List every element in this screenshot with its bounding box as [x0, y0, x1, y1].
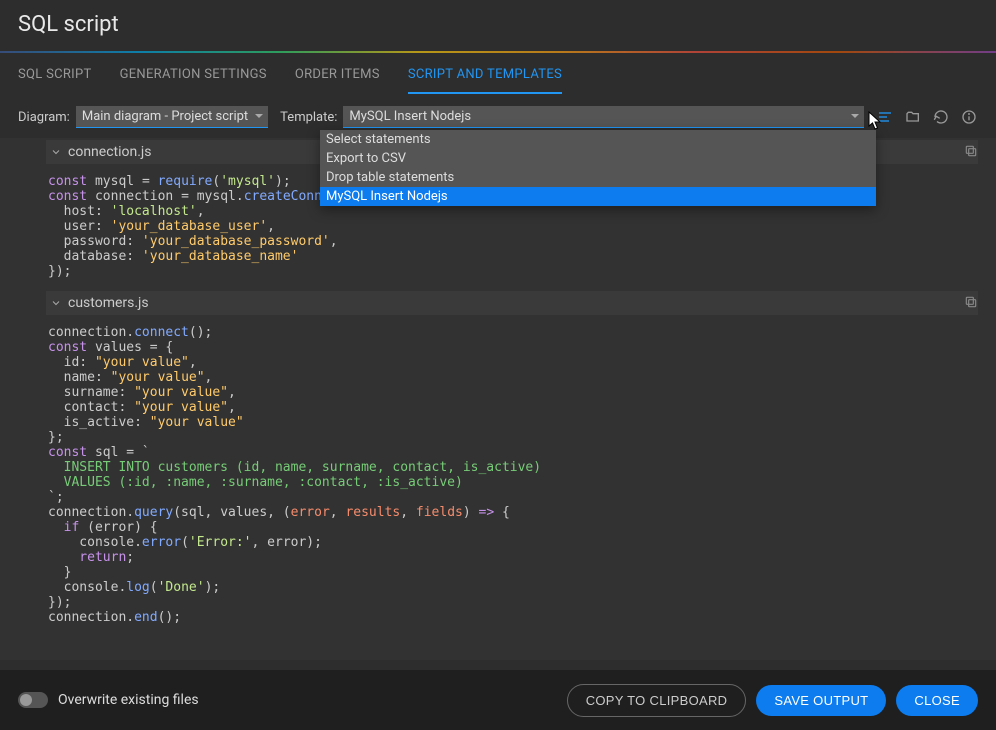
accent-divider — [0, 51, 996, 53]
overwrite-toggle[interactable] — [18, 692, 48, 708]
diagram-label: Diagram: — [18, 110, 70, 125]
chevron-down-icon — [50, 297, 62, 309]
template-label: Template: — [280, 110, 337, 125]
code-area: connection.js const mysql = require('mys… — [0, 140, 996, 660]
dialog-title: SQL script — [18, 12, 978, 37]
file-block-customers: customers.js connection.connect(); const… — [48, 291, 978, 629]
toolbar: Diagram: Main diagram - Project script T… — [0, 94, 996, 138]
dropdown-option-drop-table[interactable]: Drop table statements — [320, 168, 876, 187]
code-area-outer: connection.js const mysql = require('mys… — [0, 138, 996, 660]
template-select[interactable]: MySQL Insert Nodejs — [343, 106, 864, 128]
chevron-down-icon — [50, 146, 62, 158]
refresh-icon[interactable] — [932, 108, 950, 126]
dropdown-option-mysql-insert-nodejs[interactable]: MySQL Insert Nodejs — [320, 187, 876, 206]
folder-open-icon[interactable] — [904, 108, 922, 126]
dialog-header: SQL script — [0, 0, 996, 51]
save-output-button[interactable]: SAVE OUTPUT — [756, 685, 886, 716]
code-body-customers[interactable]: connection.connect(); const values = { i… — [48, 315, 978, 629]
tab-sql-script[interactable]: SQL SCRIPT — [18, 67, 92, 94]
file-name: connection.js — [68, 144, 152, 160]
info-icon[interactable] — [960, 108, 978, 126]
diagram-select[interactable]: Main diagram - Project script — [76, 106, 268, 128]
diagram-select-value: Main diagram - Project script — [82, 109, 248, 124]
tab-generation-settings[interactable]: GENERATION SETTINGS — [120, 67, 267, 94]
overwrite-label: Overwrite existing files — [58, 692, 557, 708]
file-name: customers.js — [68, 295, 149, 311]
align-left-icon[interactable] — [876, 108, 894, 126]
dropdown-option-export-csv[interactable]: Export to CSV — [320, 149, 876, 168]
copy-to-clipboard-button[interactable]: COPY TO CLIPBOARD — [567, 684, 747, 717]
toolbar-actions — [876, 108, 978, 126]
file-header-customers[interactable]: customers.js — [46, 291, 978, 315]
copy-icon[interactable] — [964, 295, 978, 313]
copy-icon[interactable] — [964, 144, 978, 162]
tab-bar: SQL SCRIPT GENERATION SETTINGS ORDER ITE… — [0, 53, 996, 94]
tab-script-and-templates[interactable]: SCRIPT AND TEMPLATES — [408, 67, 562, 94]
dialog-footer: Overwrite existing files COPY TO CLIPBOA… — [0, 670, 996, 730]
tab-order-items[interactable]: ORDER ITEMS — [295, 67, 380, 94]
template-select-value: MySQL Insert Nodejs — [349, 109, 471, 124]
template-dropdown: Select statements Export to CSV Drop tab… — [320, 130, 876, 206]
close-button[interactable]: CLOSE — [896, 685, 978, 716]
dropdown-option-select-statements[interactable]: Select statements — [320, 130, 876, 149]
